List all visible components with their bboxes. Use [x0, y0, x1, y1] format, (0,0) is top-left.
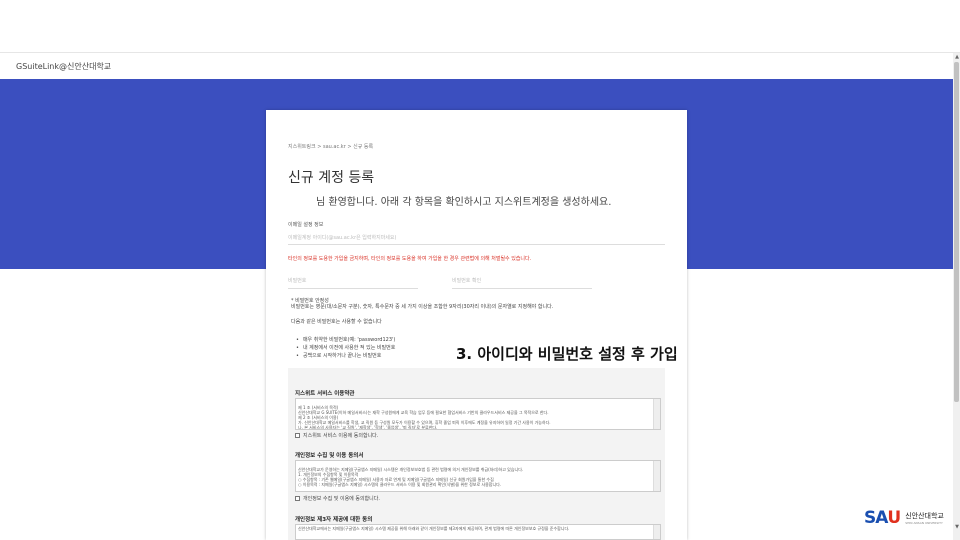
list-item: 공백으로 시작하거나 끝나는 비밀번호 — [296, 352, 395, 360]
third-party-box[interactable]: 신안산대학교에서는 지메일(구글앱스 지메일) 시스템 제공을 위해 아래와 같… — [295, 524, 661, 540]
page-title: 신규 계정 등록 — [288, 170, 375, 186]
instruction-callout: 3. 아이디와 비밀번호 설정 후 가입 — [456, 345, 678, 363]
password-placeholder: 비밀번호 — [288, 278, 307, 284]
list-item: 매우 취약한 비밀번호(예: 'password123') — [296, 336, 395, 344]
top-blank-area — [0, 0, 960, 53]
scroll-down-icon[interactable]: ▼ — [954, 524, 960, 530]
welcome-message: 님 환영합니다. 아래 각 항목을 확인하시고 지스위트계정을 생성하세요. — [316, 197, 612, 208]
password-rules: * 비밀번호 안정성 비밀번호는 영문(대/소문자 구분), 숫자, 특수문자 … — [291, 298, 553, 325]
university-logo: SAU 신안산대학교 SHIN ANSAN UNIVERSITY — [864, 508, 944, 528]
privacy-agree-label: 개인정보 수집 및 이용에 동의합니다. — [303, 496, 380, 502]
logo-name-english: SHIN ANSAN UNIVERSITY — [905, 521, 943, 525]
password-disallow-list: 매우 취약한 비밀번호(예: 'password123') 내 계정에서 이전에… — [296, 336, 395, 360]
list-item: 내 계정에서 이전에 사용한 적 있는 비밀번호 — [296, 344, 395, 352]
site-header: GSuiteLink@신안산대학교 — [0, 53, 953, 79]
scrollbar-thumb[interactable] — [954, 62, 959, 402]
third-party-text: 신안산대학교에서는 지메일(구글앱스 지메일) 시스템 제공을 위해 아래와 같… — [298, 526, 570, 531]
privacy-text: 신안산대학교가 운영하는 지메일(구글앱스 지메일) 시스템은 개인정보보호법 … — [298, 467, 524, 487]
privacy-title: 개인정보 수집 및 이용 동의서 — [295, 453, 364, 459]
breadcrumb[interactable]: 지스위트링크 > sau.ac.kr > 신규 등록 — [288, 143, 373, 150]
privacy-scrollbar[interactable] — [653, 461, 660, 491]
password-confirm-placeholder: 비밀번호 확인 — [452, 278, 482, 284]
password-confirm-input[interactable]: 비밀번호 확인 — [452, 277, 592, 289]
third-party-title: 개인정보 제3자 제공에 대한 동의 — [295, 517, 373, 523]
password-rule-text: 비밀번호는 영문(대/소문자 구분), 숫자, 특수문자 중 세 가지 이상을 … — [291, 304, 554, 310]
terms-section: 지스위트 서비스 이용약관 제 1 조 (서비스의 목적) 신안산대학교 G S… — [288, 368, 665, 540]
email-id-input[interactable]: 이메일계정 아이디(@sau.ac.kr은 입력하지마세요) — [288, 234, 665, 245]
site-title[interactable]: GSuiteLink@신안산대학교 — [16, 61, 111, 72]
password-disallow-title: 다음과 같은 비밀번호는 사용할 수 없습니다 — [291, 319, 382, 325]
service-agree-label: 지스위트 서비스 이용에 동의합니다. — [303, 433, 379, 439]
sau-logo-icon: SAU — [864, 508, 901, 528]
password-input[interactable]: 비밀번호 — [288, 277, 418, 289]
service-terms-scrollbar[interactable] — [653, 399, 660, 429]
page: GSuiteLink@신안산대학교 ▲ ▼ 지스위트링크 > sau.ac.kr… — [0, 0, 960, 540]
logo-name-korean: 신안산대학교 — [905, 512, 944, 520]
signup-card: 지스위트링크 > sau.ac.kr > 신규 등록 신규 계정 등록 님 환영… — [266, 110, 687, 540]
service-terms-box[interactable]: 제 1 조 (서비스의 목적) 신안산대학교 G SUITE(이하 메일서비스)… — [295, 398, 661, 430]
privacy-box[interactable]: 신안산대학교가 운영하는 지메일(구글앱스 지메일) 시스템은 개인정보보호법 … — [295, 460, 661, 492]
privacy-agree-row[interactable]: 개인정보 수집 및 이용에 동의합니다. — [295, 495, 380, 502]
service-terms-text: 제 1 조 (서비스의 목적) 신안산대학교 G SUITE(이하 메일서비스)… — [298, 405, 551, 430]
privacy-agree-checkbox[interactable] — [295, 496, 300, 501]
email-section-label: 이메일 설정 정보 — [288, 222, 324, 228]
service-agree-checkbox[interactable] — [295, 433, 300, 438]
scroll-up-icon[interactable]: ▲ — [954, 54, 960, 60]
impersonation-warning: 타인의 정보를 도용한 가입을 금지하며, 타인의 정보를 도용을 하여 가입을… — [288, 256, 532, 262]
third-party-scrollbar[interactable] — [653, 525, 660, 539]
email-id-placeholder: 이메일계정 아이디(@sau.ac.kr은 입력하지마세요) — [288, 235, 397, 241]
service-terms-title: 지스위트 서비스 이용약관 — [295, 391, 355, 397]
service-agree-row[interactable]: 지스위트 서비스 이용에 동의합니다. — [295, 432, 378, 439]
